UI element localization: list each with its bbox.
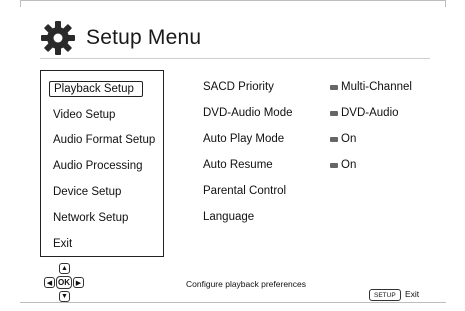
option-parental-control[interactable]: Parental Control	[203, 185, 286, 197]
option-value-text: On	[341, 159, 357, 171]
option-value-auto-resume[interactable]: On	[330, 159, 356, 171]
option-auto-resume[interactable]: Auto Resume	[203, 159, 273, 171]
value-indicator-icon	[330, 110, 338, 116]
frame-right-border	[445, 0, 446, 7]
frame-left-border	[20, 0, 21, 7]
remote-dpad: ▲ ◀ OK ▶ ▼	[42, 262, 86, 306]
dpad-ok-icon: OK	[56, 276, 72, 289]
option-dvd-audio-mode[interactable]: DVD-Audio Mode	[203, 107, 292, 119]
dpad-right-icon: ▶	[73, 277, 84, 288]
option-value-dvd-audio-mode[interactable]: DVD-Audio	[330, 107, 399, 119]
menu-item-playback-setup[interactable]: Playback Setup	[49, 81, 143, 97]
menu-item-network-setup[interactable]: Network Setup	[53, 212, 128, 224]
gear-icon	[41, 21, 75, 55]
option-value-sacd-priority[interactable]: Multi-Channel	[330, 81, 412, 93]
page-header: Setup Menu	[40, 20, 201, 56]
option-value-text: Multi-Channel	[341, 81, 412, 93]
setup-menu-panel: Playback Setup Video Setup Audio Format …	[40, 70, 164, 257]
option-value-text: On	[341, 133, 357, 145]
value-indicator-icon	[330, 84, 338, 90]
option-sacd-priority[interactable]: SACD Priority	[203, 81, 274, 93]
value-indicator-icon	[330, 162, 338, 168]
page-title: Setup Menu	[86, 26, 202, 49]
dpad-up-icon: ▲	[59, 263, 70, 274]
option-value-auto-play-mode[interactable]: On	[330, 133, 356, 145]
menu-item-exit[interactable]: Exit	[53, 238, 72, 250]
value-indicator-icon	[330, 136, 338, 142]
exit-hint-label: Exit	[405, 289, 420, 299]
option-language[interactable]: Language	[203, 211, 254, 223]
frame-top-border	[20, 0, 446, 1]
menu-item-audio-processing[interactable]: Audio Processing	[53, 160, 143, 172]
menu-item-video-setup[interactable]: Video Setup	[53, 109, 115, 121]
status-hint: Configure playback preferences	[186, 279, 307, 289]
header-divider	[40, 58, 430, 59]
dpad-left-icon: ◀	[44, 277, 55, 288]
menu-item-audio-format-setup[interactable]: Audio Format Setup	[53, 134, 155, 146]
menu-item-device-setup[interactable]: Device Setup	[53, 186, 121, 198]
option-value-text: DVD-Audio	[341, 107, 399, 119]
option-auto-play-mode[interactable]: Auto Play Mode	[203, 133, 284, 145]
dpad-down-icon: ▼	[59, 291, 70, 302]
setup-key-icon: SETUP	[369, 289, 401, 301]
